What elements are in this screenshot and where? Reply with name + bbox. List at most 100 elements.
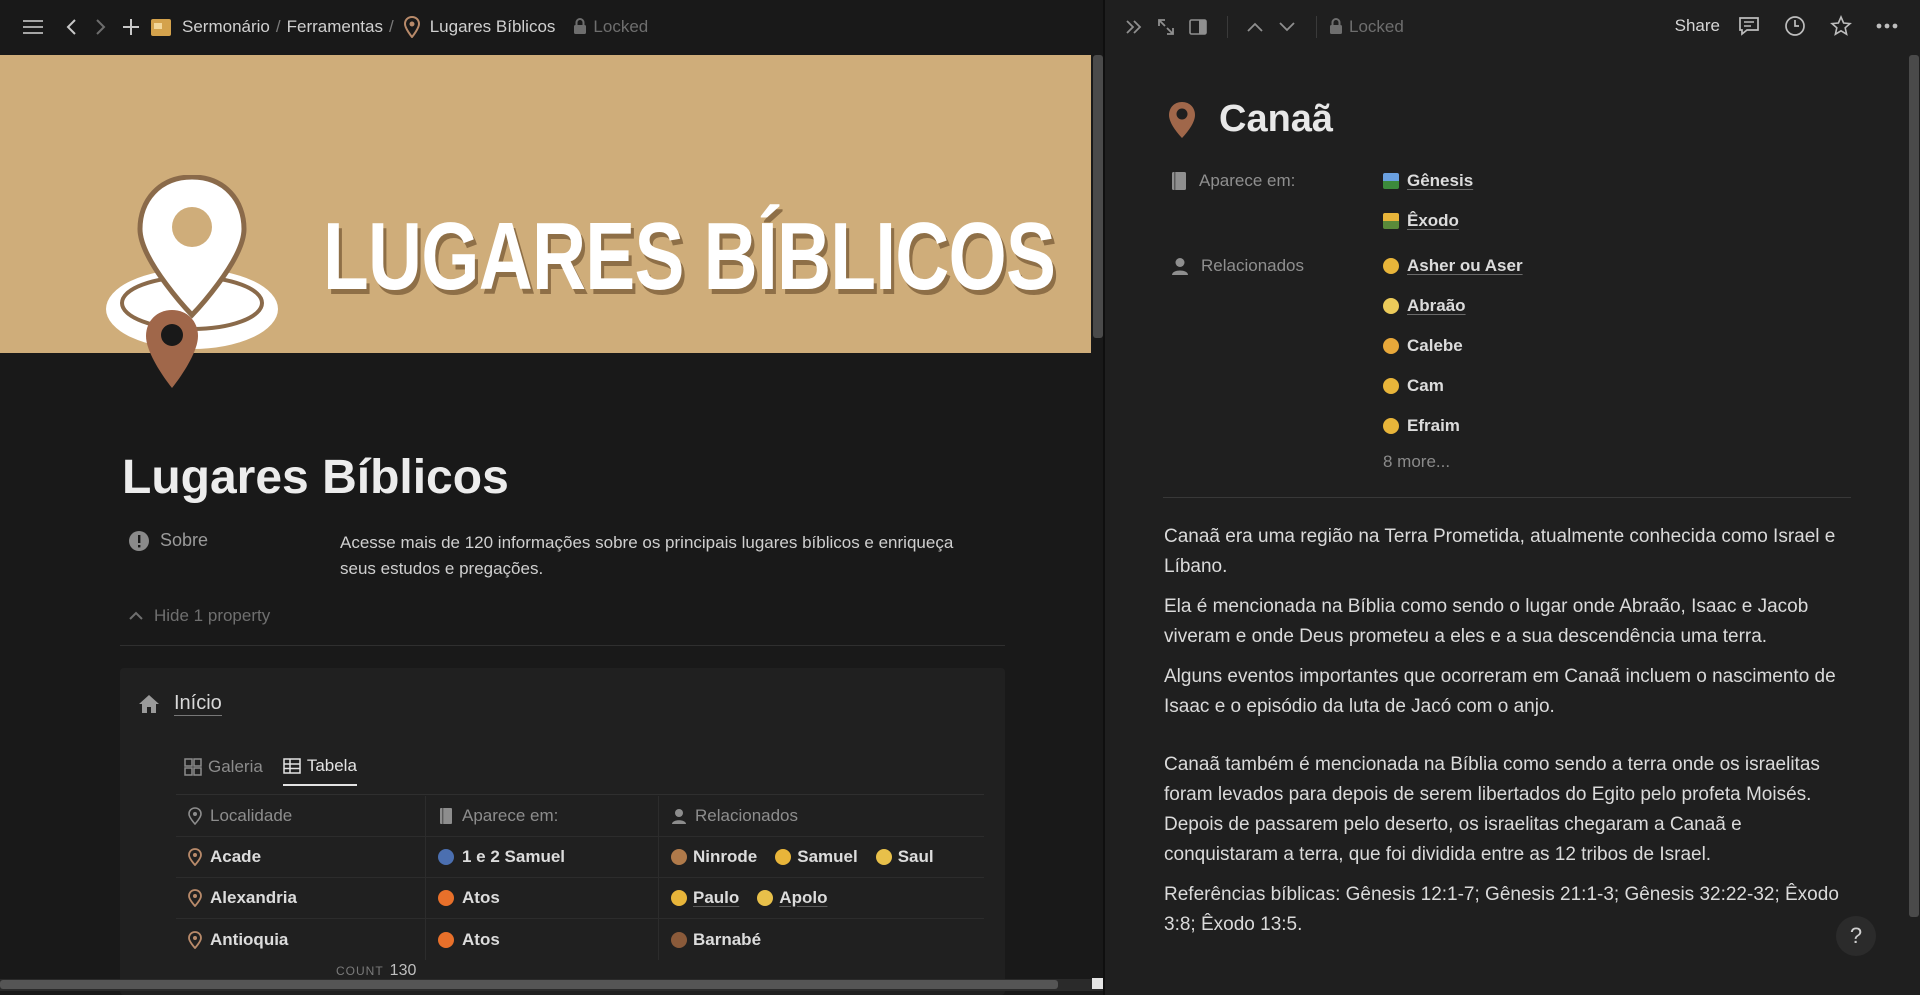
column-header-localidade[interactable]: Localidade xyxy=(176,796,426,836)
inicio-label: Início xyxy=(174,692,222,716)
person-icon xyxy=(672,809,686,824)
cell-relacionados[interactable]: Ninrode Samuel Saul xyxy=(659,837,984,877)
book-tag[interactable]: Atos xyxy=(462,930,500,950)
page-pin-icon[interactable] xyxy=(144,308,200,395)
breadcrumb-sermonario[interactable]: Sermonário xyxy=(182,17,270,37)
relation-link[interactable]: Cam xyxy=(1383,371,1523,401)
vertical-scrollbar[interactable] xyxy=(1093,55,1103,338)
history-clock-icon[interactable] xyxy=(1780,11,1810,41)
forward-arrow-icon[interactable] xyxy=(86,12,116,42)
peek-title-text: Canaã xyxy=(1219,98,1334,140)
cell-relacionados[interactable]: Paulo Apolo xyxy=(659,878,984,918)
lock-label: Locked xyxy=(593,16,649,36)
localidade-name: Acade xyxy=(210,847,262,866)
cell-aparece-em[interactable]: Atos xyxy=(426,919,659,960)
relation-link[interactable]: Gênesis xyxy=(1383,166,1473,196)
favorite-star-icon[interactable] xyxy=(1826,11,1856,41)
book-tag[interactable]: 1 e 2 Samuel xyxy=(462,847,565,867)
tabs-divider xyxy=(176,794,984,795)
relation-link[interactable]: Abraão xyxy=(1383,291,1523,321)
column-header-aparece-em[interactable]: Aparece em: xyxy=(426,796,659,836)
person-face-icon xyxy=(1383,418,1399,434)
speaking-head-icon xyxy=(438,849,454,865)
relation-link[interactable]: Efraim xyxy=(1383,411,1523,441)
property-name[interactable]: Sobre xyxy=(128,530,340,582)
relation-name: Êxodo xyxy=(1407,211,1459,230)
page-title: Lugares Bíblicos xyxy=(122,451,509,504)
pin-icon xyxy=(188,889,202,907)
person-tag[interactable]: Apolo xyxy=(757,888,827,908)
relation-link[interactable]: Asher ou Aser xyxy=(1383,251,1523,281)
help-button[interactable]: ? xyxy=(1836,916,1876,956)
side-peek-mode-icon[interactable] xyxy=(1183,12,1213,42)
show-more-link[interactable]: 8 more... xyxy=(1383,452,1450,472)
person-face-icon xyxy=(1383,338,1399,354)
cell-aparece-em[interactable]: 1 e 2 Samuel xyxy=(426,837,659,877)
cell-localidade[interactable]: Alexandria xyxy=(176,878,426,918)
cell-localidade[interactable]: Acade xyxy=(176,837,426,877)
relation-name: Cam xyxy=(1407,376,1444,395)
table-count[interactable]: COUNT 130 xyxy=(336,962,416,980)
close-peek-icon[interactable] xyxy=(1119,12,1149,42)
relation-link[interactable]: Calebe xyxy=(1383,331,1523,361)
column-header-relacionados[interactable]: Relacionados xyxy=(659,796,984,836)
main-page-pane: Sermonário / Ferramentas / Lugares Bíbli… xyxy=(0,0,1103,995)
climbing-person-icon xyxy=(1383,213,1399,229)
pin-icon xyxy=(188,807,202,825)
property-name[interactable]: Relacionados xyxy=(1171,251,1383,281)
cell-aparece-em[interactable]: Atos xyxy=(426,878,659,918)
person-face-icon xyxy=(1383,298,1399,314)
locked-indicator[interactable]: Locked xyxy=(573,17,648,37)
info-icon xyxy=(129,531,149,551)
horizontal-scrollbar-thumb[interactable] xyxy=(0,980,1058,989)
tab-galeria[interactable]: Galeria xyxy=(184,756,263,786)
property-aparece-em: Aparece em: Gênesis Êxodo xyxy=(1171,166,1473,236)
new-page-plus-icon[interactable] xyxy=(116,12,146,42)
cell-localidade[interactable]: Antioquia xyxy=(176,919,426,960)
property-value[interactable]: Acesse mais de 120 informações sobre os … xyxy=(340,530,980,582)
person-tag[interactable]: Saul xyxy=(875,847,934,867)
person-tag[interactable]: Paulo xyxy=(671,888,739,908)
peek-body-text: Canaã era uma região na Terra Prometida,… xyxy=(1164,522,1854,950)
pin-icon xyxy=(1169,101,1195,138)
expand-icon[interactable] xyxy=(1151,12,1181,42)
table-row[interactable]: Acade 1 e 2 Samuel Ninrode Samuel Saul xyxy=(176,837,984,878)
person-tag[interactable]: Barnabé xyxy=(671,930,761,950)
lock-icon xyxy=(1330,18,1342,34)
person-tag[interactable]: Ninrode xyxy=(671,847,757,867)
cell-relacionados[interactable]: Barnabé xyxy=(659,919,984,960)
pin-icon xyxy=(188,930,202,949)
table-row[interactable]: Antioquia Atos Barnabé xyxy=(176,919,984,960)
locked-indicator[interactable]: Locked xyxy=(1329,17,1404,37)
chevron-up-icon[interactable] xyxy=(1240,12,1270,42)
more-options-icon[interactable] xyxy=(1872,11,1902,41)
relation-name: Abraão xyxy=(1407,296,1466,315)
relation-link[interactable]: Êxodo xyxy=(1383,206,1473,236)
property-row-sobre: Sobre Acesse mais de 120 informações sob… xyxy=(128,530,1008,582)
chevron-down-icon[interactable] xyxy=(1272,12,1302,42)
hide-property-toggle[interactable]: Hide 1 property xyxy=(128,606,270,626)
property-name[interactable]: Aparece em: xyxy=(1171,166,1383,196)
table-row[interactable]: Alexandria Atos Paulo Apolo xyxy=(176,878,984,919)
person-name: Ninrode xyxy=(693,847,758,866)
table-header: Localidade Aparece em: Relacionados xyxy=(176,796,984,837)
peek-top-bar: Locked Share xyxy=(1105,0,1920,53)
divider xyxy=(120,645,1005,646)
tab-tabela[interactable]: Tabela xyxy=(282,756,357,786)
comment-icon[interactable] xyxy=(1734,11,1764,41)
vertical-scrollbar[interactable] xyxy=(1909,55,1919,917)
person-icon xyxy=(1172,258,1188,275)
hide-property-label: Hide 1 property xyxy=(154,606,271,625)
paragraph: Referências bíblicas: Gênesis 12:1-7; Gê… xyxy=(1164,884,1839,935)
inicio-link[interactable]: Início xyxy=(138,692,222,716)
person-face-icon xyxy=(671,931,687,948)
property-values: Gênesis Êxodo xyxy=(1383,166,1473,236)
share-button[interactable]: Share xyxy=(1675,16,1720,36)
person-tag[interactable]: Samuel xyxy=(775,847,858,867)
breadcrumb-ferramentas[interactable]: Ferramentas xyxy=(287,17,383,37)
book-tag[interactable]: Atos xyxy=(462,888,500,908)
person-name: Barnabé xyxy=(693,929,762,949)
breadcrumb-lugares-biblicos[interactable]: Lugares Bíblicos xyxy=(430,17,556,37)
menu-icon[interactable] xyxy=(18,12,48,42)
back-arrow-icon[interactable] xyxy=(56,12,86,42)
